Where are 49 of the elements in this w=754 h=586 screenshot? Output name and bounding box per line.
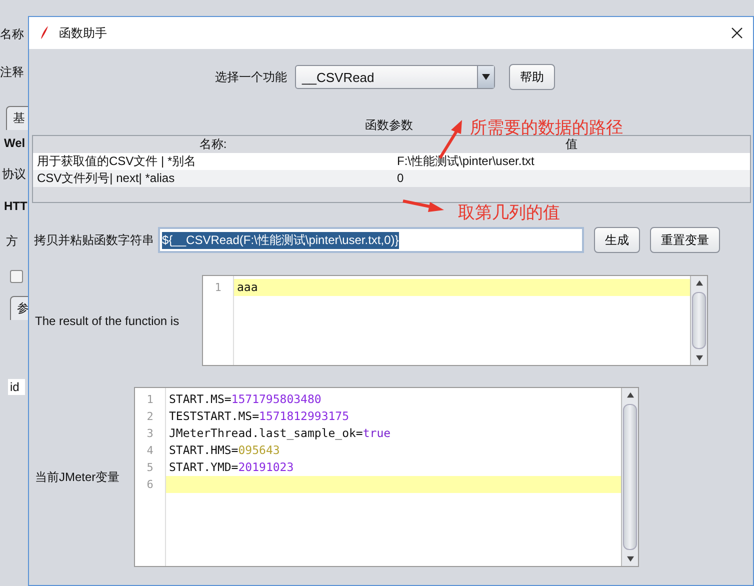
function-string-label: 拷贝并粘贴函数字符串 xyxy=(34,232,154,248)
code-line: START.HMS=095643 xyxy=(168,442,281,459)
function-string-field[interactable]: ${__CSVRead(F:\性能测试\pinter\user.txt,0)} xyxy=(158,227,584,253)
section-heading: HTT xyxy=(4,199,28,213)
scrollbar[interactable] xyxy=(690,276,707,365)
scroll-down-arrow-icon[interactable] xyxy=(696,355,702,361)
table-cell[interactable]: 用于获取值的CSV文件 | *别名 xyxy=(33,153,393,170)
code-line: START.YMD=20191023 xyxy=(168,459,295,476)
function-label: 选择一个功能 xyxy=(215,68,287,86)
scroll-up-arrow-icon[interactable] xyxy=(696,280,702,286)
line-number: 3 xyxy=(146,426,154,442)
generate-button[interactable]: 生成 xyxy=(594,227,640,253)
scrollbar[interactable] xyxy=(621,388,638,566)
field-label: 协议 xyxy=(2,167,26,181)
annotation-text: 所需要的数据的路径 xyxy=(470,117,623,138)
help-button[interactable]: 帮助 xyxy=(509,64,555,90)
line-number: 6 xyxy=(146,477,154,493)
line-number: 1 xyxy=(214,280,222,296)
window-title: 函数助手 xyxy=(59,24,108,42)
annotation-arrow xyxy=(402,200,444,212)
field-label: 方 xyxy=(6,234,18,248)
function-dropdown[interactable]: __CSVRead xyxy=(295,65,495,89)
table-cell[interactable]: 0 xyxy=(393,170,750,187)
column-header: 名称: xyxy=(198,136,228,153)
line-number: 4 xyxy=(146,443,154,459)
table-cell[interactable]: CSV文件列号| next| *alias xyxy=(33,170,393,187)
code-line: JMeterThread.last_sample_ok=true xyxy=(168,425,392,442)
checkbox[interactable] xyxy=(10,270,23,283)
section-heading: Wel xyxy=(4,136,26,150)
line-number: 2 xyxy=(146,409,154,425)
line-number: 1 xyxy=(146,392,154,408)
result-editor[interactable]: 1 aaa xyxy=(202,275,708,366)
feather-icon xyxy=(39,25,49,41)
variables-editor[interactable]: 1 2 3 4 5 6 START.MS=1571795803480 TESTSTART.MS=1571812993175 JMeterThread.last_sample_ok=true START.HMS=095643 START.YMD=20191023 xyxy=(134,387,639,567)
section-title: 函数参数 xyxy=(365,118,413,132)
field-label: 名称 xyxy=(0,27,24,41)
scroll-up-arrow-icon[interactable] xyxy=(626,392,634,398)
code-line: TESTSTART.MS=1571812993175 xyxy=(168,408,350,425)
variables-label: 当前JMeter变量 xyxy=(35,468,121,486)
result-label: The result of the function is xyxy=(35,314,180,328)
scroll-down-arrow-icon[interactable] xyxy=(626,556,634,562)
annotation-text: 取第几列的值 xyxy=(458,202,560,224)
code-line: START.MS=1571795803480 xyxy=(168,391,322,408)
column-header: 值 xyxy=(564,136,578,153)
reset-variables-button[interactable]: 重置变量 xyxy=(650,227,720,253)
column-header: id xyxy=(8,379,26,395)
close-icon[interactable] xyxy=(731,27,743,39)
field-label: 注释 xyxy=(0,65,24,79)
line-number: 5 xyxy=(146,460,154,476)
